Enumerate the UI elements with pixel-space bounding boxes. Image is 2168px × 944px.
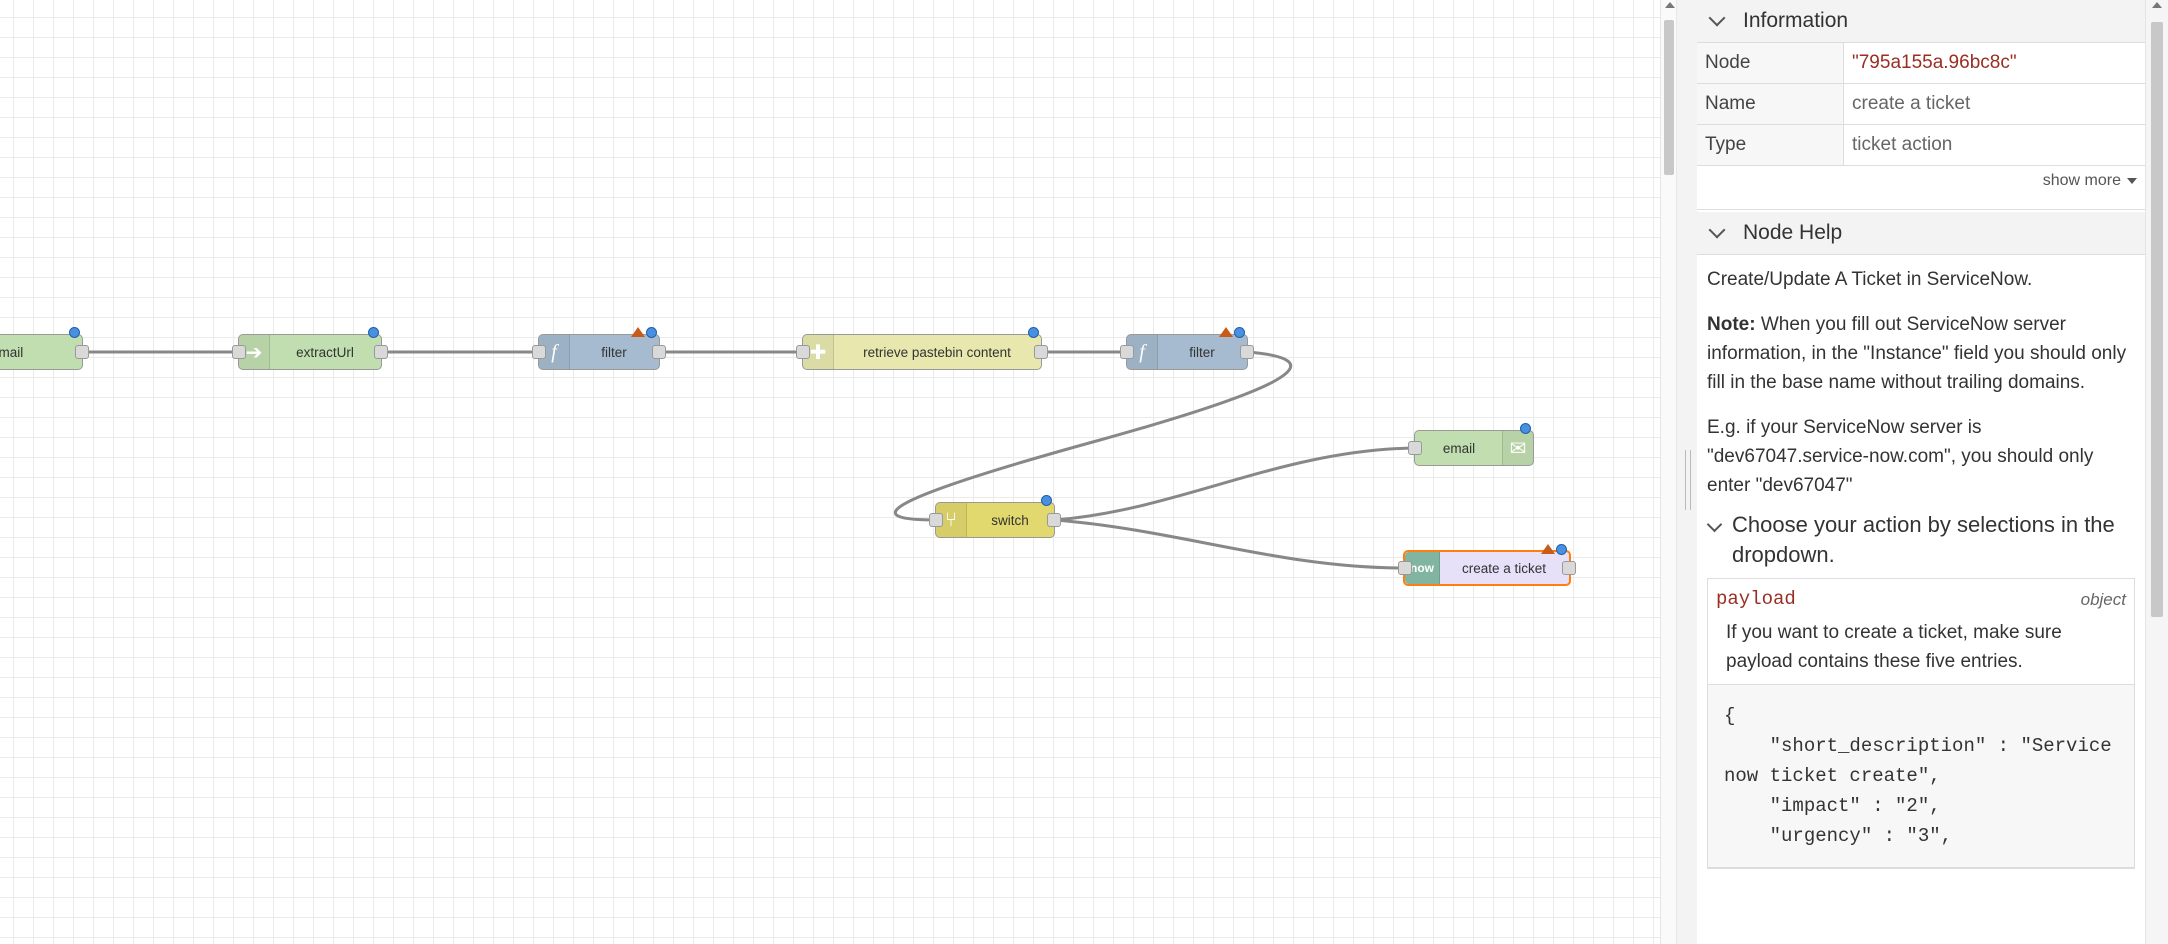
- property-type: object: [2080, 590, 2126, 609]
- warning-icon: [1219, 327, 1233, 337]
- node-retrieve-pastebin[interactable]: ✚ retrieve pastebin content: [796, 327, 1048, 370]
- node-create-ticket[interactable]: now create a ticket: [1398, 544, 1576, 586]
- output-port[interactable]: [1240, 345, 1254, 359]
- caret-down-icon: [2127, 177, 2137, 184]
- node-filter-2[interactable]: f filter: [1120, 327, 1254, 370]
- node-email-in[interactable]: email: [0, 327, 89, 370]
- changed-indicator: [646, 327, 657, 338]
- node-label: switch: [991, 512, 1029, 528]
- node-switch[interactable]: ⑂ switch: [929, 495, 1061, 538]
- property-payload: payload object If you want to create a t…: [1707, 578, 2135, 869]
- node-label: filter: [601, 344, 627, 360]
- input-port[interactable]: [1408, 441, 1422, 455]
- show-more-label: show more: [2042, 172, 2121, 189]
- section-title: Node Help: [1743, 221, 1843, 244]
- warning-icon: [1541, 544, 1555, 554]
- info-sidebar: Information Node "795a155a.96bc8c" Name …: [1697, 0, 2145, 944]
- note-text: When you fill out ServiceNow server info…: [1707, 314, 2127, 393]
- information-header[interactable]: Information: [1697, 0, 2145, 43]
- input-port[interactable]: [796, 345, 810, 359]
- changed-indicator: [1041, 495, 1052, 506]
- output-port[interactable]: [1047, 513, 1061, 527]
- wire[interactable]: [1054, 518, 1404, 570]
- node-help-header[interactable]: Node Help: [1697, 212, 2145, 255]
- sidebar-scrollbar[interactable]: [2145, 0, 2168, 944]
- node-label: create a ticket: [1461, 560, 1547, 576]
- help-example: E.g. if your ServiceNow server is "dev67…: [1707, 417, 2094, 496]
- grip-icon: [1685, 450, 1691, 510]
- code-example: { "short_description" : "Service now tic…: [1708, 684, 2134, 868]
- input-port[interactable]: [1398, 561, 1412, 575]
- input-port[interactable]: [1120, 345, 1134, 359]
- scrollbar-thumb[interactable]: [1664, 20, 1674, 175]
- help-note: Note: When you fill out ServiceNow serve…: [1707, 310, 2135, 397]
- info-value: create a ticket: [1843, 83, 2145, 125]
- node-label: email: [0, 344, 24, 360]
- flow-workspace[interactable]: email ➔ extractUrl f filter ✚ retrieve p…: [0, 0, 1660, 944]
- changed-indicator: [1556, 544, 1567, 555]
- envelope-icon: ✉: [1502, 431, 1533, 465]
- info-key: Node: [1697, 43, 1844, 84]
- chevron-down-icon: [1706, 516, 1723, 533]
- info-key: Type: [1697, 124, 1844, 166]
- help-intro: Create/Update A Ticket in ServiceNow.: [1707, 269, 2033, 290]
- table-row: Name create a ticket: [1697, 83, 2145, 125]
- scroll-up-icon[interactable]: [1665, 2, 1675, 8]
- node-extracturl[interactable]: ➔ extractUrl: [232, 327, 388, 370]
- info-key: Name: [1697, 83, 1844, 125]
- changed-indicator: [1234, 327, 1245, 338]
- wire[interactable]: [1054, 446, 1415, 522]
- action-section-header[interactable]: Choose your action by selections in the …: [1706, 510, 2135, 570]
- warning-icon: [631, 327, 645, 337]
- info-value[interactable]: "795a155a.96bc8c": [1843, 43, 2145, 84]
- node-info-table: Node "795a155a.96bc8c" Name create a tic…: [1697, 43, 2145, 166]
- show-more-link[interactable]: show more: [1697, 166, 2145, 210]
- section-title: Choose your action by selections in the …: [1732, 512, 2115, 567]
- chevron-down-icon: [1708, 9, 1726, 27]
- changed-indicator: [1520, 423, 1531, 434]
- node-email-out[interactable]: email ✉: [1408, 423, 1534, 466]
- input-port[interactable]: [232, 345, 246, 359]
- output-port[interactable]: [374, 345, 388, 359]
- workspace-scrollbar[interactable]: [1660, 0, 1677, 944]
- property-description: If you want to create a ticket, make sur…: [1726, 622, 2062, 672]
- wires-layer: [83, 350, 1415, 570]
- node-help-content: Create/Update A Ticket in ServiceNow. No…: [1697, 255, 2145, 879]
- input-port[interactable]: [532, 345, 546, 359]
- node-label: filter: [1189, 344, 1215, 360]
- input-port[interactable]: [929, 513, 943, 527]
- table-row: Node "795a155a.96bc8c": [1697, 43, 2145, 84]
- info-value: ticket action: [1843, 124, 2145, 166]
- node-label: retrieve pastebin content: [863, 344, 1011, 360]
- node-label: extractUrl: [296, 344, 354, 360]
- note-label: Note:: [1707, 314, 1756, 335]
- node-label: email: [1442, 440, 1476, 456]
- scrollbar-thumb[interactable]: [2151, 22, 2163, 617]
- output-port[interactable]: [1034, 345, 1048, 359]
- changed-indicator: [368, 327, 379, 338]
- changed-indicator: [69, 327, 80, 338]
- wire[interactable]: [893, 350, 1293, 522]
- sidebar-resize-handle[interactable]: [1676, 0, 1698, 944]
- scroll-up-icon[interactable]: [2152, 2, 2162, 8]
- output-port[interactable]: [75, 345, 89, 359]
- table-row: Type ticket action: [1697, 124, 2145, 166]
- section-title: Information: [1743, 9, 1849, 32]
- node-filter-1[interactable]: f filter: [532, 327, 666, 370]
- output-port[interactable]: [1562, 561, 1576, 575]
- chevron-down-icon: [1708, 221, 1726, 239]
- changed-indicator: [1028, 327, 1039, 338]
- output-port[interactable]: [652, 345, 666, 359]
- property-name: payload: [1716, 588, 1796, 610]
